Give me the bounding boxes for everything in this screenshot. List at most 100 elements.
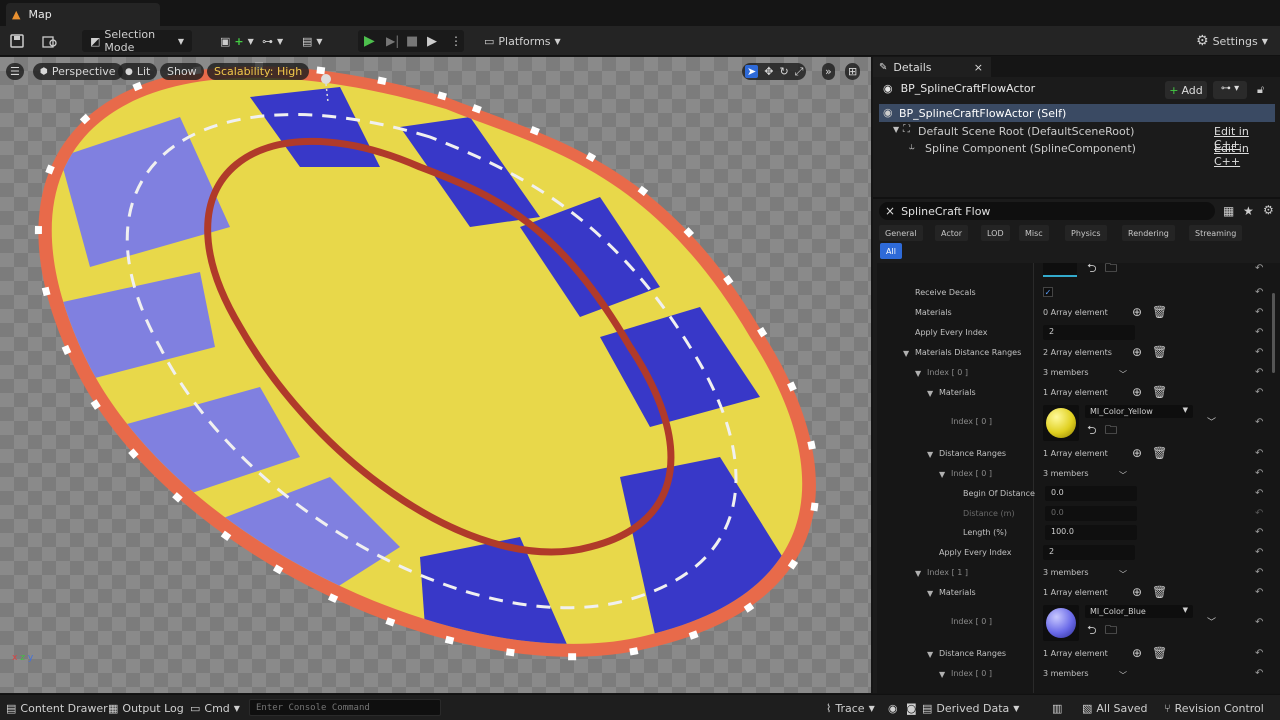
viewport-layout-button[interactable]: ⊞: [845, 63, 861, 80]
use-selected-icon[interactable]: ⮌: [1087, 424, 1097, 436]
tab-map[interactable]: ▲ Map: [6, 3, 160, 26]
blueprints-button[interactable]: ⊶ ▼: [262, 30, 283, 52]
reset-icon[interactable]: ↶: [1255, 327, 1263, 338]
scalability-button[interactable]: Scalability: High: [207, 63, 310, 80]
add-element-icon[interactable]: ⊕: [1132, 586, 1142, 598]
more-tools-button[interactable]: »: [822, 63, 835, 80]
level-viewport[interactable]: ☰ ⬢ Perspective ● Lit Show Scalability: …: [0, 57, 871, 693]
add-element-icon[interactable]: ⊕: [1132, 386, 1142, 398]
revision-control-button[interactable]: ⑂ Revision Control: [1164, 700, 1264, 716]
rotate-tool-icon[interactable]: ↻: [779, 65, 788, 78]
stats-icon[interactable]: ▥: [1052, 700, 1062, 716]
add-element-icon[interactable]: ⊕: [1132, 447, 1142, 459]
reset-icon[interactable]: ↶: [1255, 617, 1263, 628]
filter-physics[interactable]: Physics: [1065, 225, 1107, 241]
add-element-icon[interactable]: ⊕: [1132, 346, 1142, 358]
step-icon[interactable]: ▶|: [386, 30, 399, 52]
filter-all[interactable]: All: [880, 243, 902, 259]
tri-down-icon[interactable]: ▼: [939, 670, 945, 679]
show-button[interactable]: Show: [160, 63, 204, 80]
chevron-down-icon[interactable]: ﹀: [1207, 417, 1216, 429]
tri-down-icon[interactable]: ▼: [927, 450, 933, 459]
material-thumbnail[interactable]: [1043, 605, 1079, 641]
material-picker[interactable]: MI_Color_Blue ▼: [1085, 605, 1193, 618]
browse-level-icon[interactable]: [42, 30, 58, 52]
reset-icon[interactable]: ↶: [1255, 263, 1263, 274]
receive-decals-checkbox[interactable]: ✓: [1043, 287, 1053, 297]
chevron-down-icon[interactable]: ﹀: [1119, 569, 1127, 581]
viewport-menu-button[interactable]: ☰: [6, 63, 24, 80]
add-element-icon[interactable]: ⊕: [1132, 647, 1142, 659]
trash-icon[interactable]: 🗑︎: [1152, 386, 1167, 398]
close-icon[interactable]: ×: [974, 61, 983, 74]
tri-down-icon[interactable]: ▼: [927, 650, 933, 659]
reset-icon[interactable]: ↶: [1255, 307, 1263, 318]
tab-details[interactable]: ✎ Details ×: [873, 57, 991, 77]
cmd-dropdown[interactable]: ▭ Cmd ▼: [190, 700, 240, 716]
trash-icon[interactable]: 🗑︎: [1152, 647, 1167, 659]
trash-icon[interactable]: 🗑︎: [1152, 306, 1167, 318]
eject-icon[interactable]: ▶: [427, 30, 437, 52]
output-log-button[interactable]: ▦ Output Log: [108, 700, 184, 716]
filter-rendering[interactable]: Rendering: [1122, 225, 1175, 241]
star-icon[interactable]: ★: [1243, 204, 1254, 218]
table-view-icon[interactable]: ▦: [1223, 204, 1234, 218]
trash-icon[interactable]: 🗑︎: [1152, 346, 1167, 358]
reset-icon[interactable]: ↶: [1255, 448, 1263, 459]
reset-icon[interactable]: ↶: [1255, 387, 1263, 398]
use-selected-icon[interactable]: ⮌: [1087, 263, 1097, 274]
component-row-root[interactable]: ▼ ⛶ Default Scene Root (DefaultSceneRoot…: [879, 122, 1275, 151]
reset-icon[interactable]: ↶: [1255, 347, 1263, 358]
trash-icon[interactable]: 🗑︎: [1152, 447, 1167, 459]
reset-icon[interactable]: ↶: [1255, 468, 1263, 479]
clear-search-icon[interactable]: ×: [885, 204, 895, 218]
lock-icon[interactable]: 🔓︎: [1257, 83, 1264, 97]
select-tool-icon[interactable]: ➤: [745, 65, 759, 78]
blueprint-options-button[interactable]: ⊶ ▾: [1213, 81, 1247, 99]
selection-mode-dropdown[interactable]: ◩ Selection Mode ▼: [82, 28, 192, 54]
reset-icon[interactable]: ↶: [1255, 527, 1263, 538]
filter-streaming[interactable]: Streaming: [1189, 225, 1243, 241]
mesh-thumbnail[interactable]: [1043, 263, 1077, 277]
browse-icon[interactable]: 🗀︎: [1105, 263, 1117, 274]
use-selected-icon[interactable]: ⮌: [1087, 624, 1097, 636]
browse-icon[interactable]: 🗀︎: [1105, 624, 1117, 636]
tri-down-icon[interactable]: ▼: [915, 369, 921, 378]
apply-every-index-field[interactable]: 2: [1043, 545, 1135, 560]
camera-icon[interactable]: ◙: [906, 700, 917, 716]
reset-icon[interactable]: ↶: [1255, 287, 1263, 298]
add-component-button[interactable]: + Add: [1165, 81, 1207, 99]
begin-of-distance-field[interactable]: 0.0: [1045, 486, 1137, 501]
tri-down-icon[interactable]: ▼: [927, 389, 933, 398]
more-options-icon[interactable]: ⋮: [450, 30, 462, 52]
tri-down-icon[interactable]: ▼: [939, 470, 945, 479]
content-drawer-button[interactable]: ▤ Content Drawer: [6, 700, 108, 716]
length-pct-field[interactable]: 100.0: [1045, 525, 1137, 540]
gear-icon[interactable]: ⚙: [1263, 203, 1274, 217]
details-search-input[interactable]: × SplineCraft Flow: [879, 202, 1215, 220]
console-command-input[interactable]: [249, 699, 441, 716]
component-row-spline[interactable]: ⥿ Spline Component (SplineComponent) Edi…: [879, 139, 1275, 168]
settings-dropdown[interactable]: ⚙ Settings ▼: [1196, 30, 1268, 52]
reset-icon[interactable]: ↶: [1255, 417, 1263, 428]
derived-data-button[interactable]: ▤ Derived Data ▼: [922, 700, 1019, 716]
tri-down-icon[interactable]: ▼: [915, 569, 921, 578]
cinematics-button[interactable]: ▤ ▼: [302, 30, 323, 52]
chevron-down-icon[interactable]: ﹀: [1207, 617, 1216, 629]
tri-down-icon[interactable]: ▼: [903, 349, 909, 358]
trace-dropdown[interactable]: ⌇ Trace ▼: [826, 700, 875, 716]
reset-icon[interactable]: ↶: [1255, 547, 1263, 558]
reset-icon[interactable]: ↶: [1255, 668, 1263, 679]
filter-general[interactable]: General: [879, 225, 923, 241]
reset-icon[interactable]: ↶: [1255, 367, 1263, 378]
scale-tool-icon[interactable]: ⤢: [795, 65, 804, 79]
reset-icon[interactable]: ↶: [1255, 567, 1263, 578]
reset-icon[interactable]: ↶: [1255, 587, 1263, 598]
add-content-button[interactable]: ▣ + ▼: [220, 30, 254, 52]
apply-every-index-field[interactable]: 2: [1043, 325, 1135, 340]
material-thumbnail[interactable]: [1043, 405, 1079, 441]
tri-down-icon[interactable]: ▼: [927, 589, 933, 598]
play-icon[interactable]: ▶: [364, 30, 375, 52]
edit-cpp-link[interactable]: Edit in C++: [1214, 142, 1275, 168]
translate-tool-icon[interactable]: ✥: [764, 65, 773, 78]
